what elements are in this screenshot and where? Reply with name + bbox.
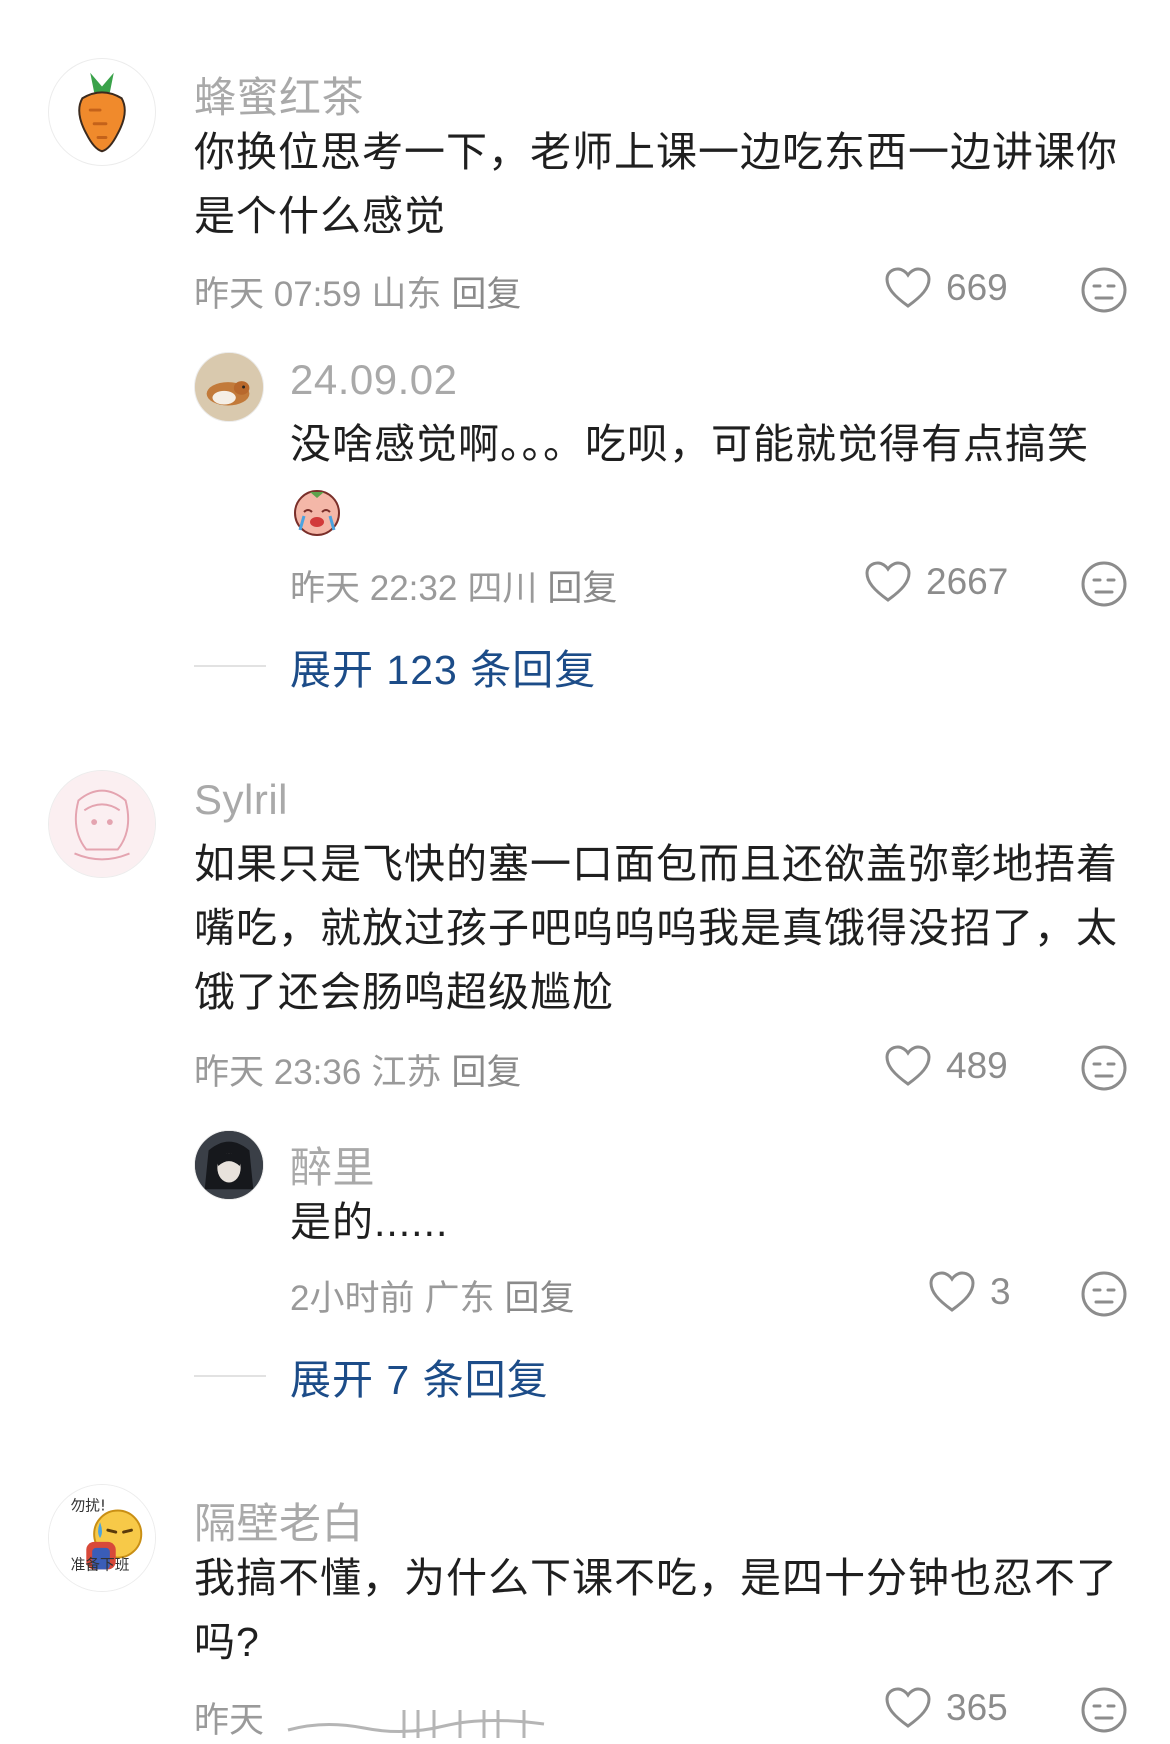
redacted-scribble-icon <box>287 1709 544 1738</box>
avatar[interactable] <box>48 770 156 878</box>
carrot-icon <box>78 72 126 153</box>
reply-meta: 昨天 22:32 四川 回复 <box>290 560 627 611</box>
comment-text: 我搞不懂，为什么下课不吃，是四十分钟也忍不了吗? <box>194 1555 1118 1665</box>
reply-button[interactable]: 回复 <box>451 275 521 314</box>
comment-meta: 昨天 <box>194 1692 554 1743</box>
avatar[interactable]: 勿扰! 准备下班 <box>48 1484 156 1592</box>
like-count: 3 <box>990 1271 1011 1312</box>
avatar-sticker-text-top: 勿扰! <box>71 1498 106 1515</box>
location: 山东 <box>371 275 442 314</box>
reply-button[interactable]: 回复 <box>451 1053 521 1092</box>
reply-text: 没啥感觉啊。。。吃呗，可能就觉得有点搞笑 <box>290 412 1130 540</box>
like-button[interactable]: 365 <box>884 1686 1008 1730</box>
expand-replies-link[interactable]: 展开 7 条回复 <box>194 1346 549 1406</box>
heart-icon <box>885 267 931 308</box>
like-count: 489 <box>946 1045 1008 1086</box>
timestamp: 昨天 07:59 <box>194 275 362 314</box>
reply-username[interactable]: 24.09.02 <box>290 356 458 404</box>
reply-button[interactable]: 回复 <box>547 569 617 608</box>
heart-icon <box>885 1687 931 1728</box>
like-count: 2667 <box>926 561 1009 602</box>
anime-girl-sketch <box>49 771 155 877</box>
expand-replies-link[interactable]: 展开 123 条回复 <box>194 636 596 696</box>
like-count: 669 <box>946 267 1008 308</box>
sweating-emoji-sticker: 勿扰! 准备下班 <box>49 1485 155 1591</box>
location: 四川 <box>467 569 538 608</box>
divider-line <box>194 1375 266 1377</box>
divider-line <box>194 665 266 667</box>
crying-face-sticker-icon <box>294 490 340 537</box>
like-button[interactable]: 3 <box>928 1270 1011 1314</box>
username[interactable]: 蜂蜜红茶 <box>194 64 364 125</box>
reply-avatar[interactable] <box>194 352 264 422</box>
comment-text: 如果只是飞快的塞一口面包而且还欲盖弥彰地捂着嘴吃，就放过孩子吧呜呜呜我是真饿得没… <box>194 841 1118 1015</box>
reply-text: 是的...... <box>290 1199 449 1245</box>
comment-text: 你换位思考一下，老师上课一边吃东西一边讲课你是个什么感觉 <box>194 129 1118 239</box>
dislike-face-icon[interactable] <box>1080 1686 1128 1734</box>
username[interactable]: 隔壁老白 <box>194 1490 364 1551</box>
reply-avatar[interactable] <box>194 1130 264 1200</box>
location: 广东 <box>424 1279 495 1318</box>
dislike-face-icon[interactable] <box>1080 1044 1128 1092</box>
dislike-face-icon[interactable] <box>1080 560 1128 608</box>
reply-text-content: 没啥感觉啊。。。吃呗，可能就觉得有点搞笑 <box>290 421 1089 467</box>
comment-meta: 昨天 23:36 江苏 回复 <box>194 1044 531 1095</box>
heart-icon <box>885 1045 931 1086</box>
timestamp: 昨天 22:32 <box>290 569 458 608</box>
avatar[interactable] <box>48 58 156 166</box>
heart-icon <box>929 1271 975 1312</box>
corgi-photo <box>195 353 263 421</box>
reply-meta: 2小时前 广东 回复 <box>290 1270 585 1321</box>
location: 江苏 <box>371 1053 442 1092</box>
like-count: 365 <box>946 1687 1008 1728</box>
timestamp: 2小时前 <box>290 1279 415 1318</box>
timestamp: 昨天 23:36 <box>194 1053 362 1092</box>
like-button[interactable]: 489 <box>884 1044 1008 1088</box>
username[interactable]: Sylril <box>194 776 288 824</box>
heart-icon <box>865 561 911 602</box>
reply-button[interactable]: 回复 <box>504 1279 574 1318</box>
comment-meta: 昨天 07:59 山东 回复 <box>194 266 531 317</box>
timestamp: 昨天 <box>194 1701 265 1740</box>
like-button[interactable]: 2667 <box>864 560 1008 604</box>
expand-replies-label: 展开 123 条回复 <box>290 647 597 693</box>
dark-hair-portrait <box>195 1131 263 1199</box>
dislike-face-icon[interactable] <box>1080 266 1128 314</box>
avatar-sticker-text-bottom: 准备下班 <box>71 1556 130 1573</box>
like-button[interactable]: 669 <box>884 266 1008 310</box>
expand-replies-label: 展开 7 条回复 <box>290 1357 549 1403</box>
reply-username[interactable]: 醉里 <box>290 1134 375 1195</box>
dislike-face-icon[interactable] <box>1080 1270 1128 1318</box>
